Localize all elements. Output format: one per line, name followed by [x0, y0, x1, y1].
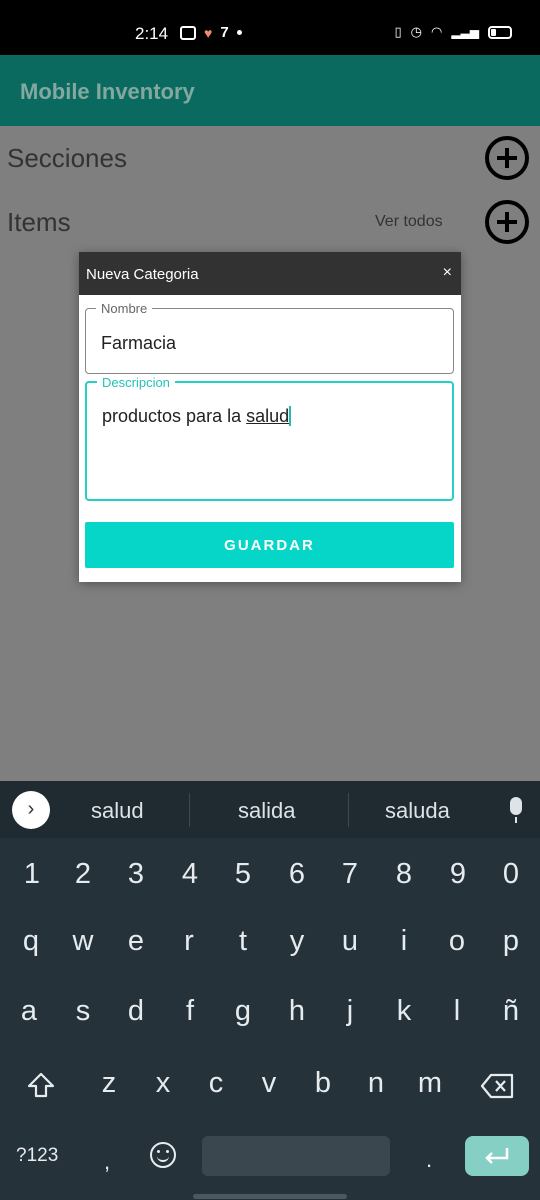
- key-s[interactable]: s: [72, 995, 94, 1028]
- key-g[interactable]: g: [232, 995, 254, 1028]
- battery-icon: [488, 25, 512, 39]
- key-f[interactable]: f: [179, 995, 201, 1028]
- key-v[interactable]: v: [258, 1067, 280, 1100]
- enter-key[interactable]: [465, 1136, 529, 1176]
- key-comma[interactable]: ,: [104, 1149, 110, 1175]
- nombre-field[interactable]: Nombre Farmacia: [85, 301, 454, 374]
- mic-icon[interactable]: [510, 797, 522, 815]
- key-x[interactable]: x: [152, 1067, 174, 1100]
- key-p[interactable]: p: [500, 925, 522, 958]
- key-m[interactable]: m: [414, 1067, 446, 1100]
- key-2[interactable]: 2: [72, 858, 94, 891]
- key-period[interactable]: .: [426, 1147, 432, 1173]
- key-j[interactable]: j: [339, 995, 361, 1028]
- new-category-dialog: Nueva Categoria × Nombre Farmacia Descri…: [79, 252, 461, 582]
- dialog-title: Nueva Categoria: [86, 266, 199, 283]
- close-icon[interactable]: ×: [443, 264, 452, 282]
- app-notification-icon: 7: [220, 24, 229, 41]
- key-c[interactable]: c: [205, 1067, 227, 1100]
- key-4[interactable]: 4: [179, 858, 201, 891]
- suggestion-divider: [189, 793, 190, 827]
- key-w[interactable]: w: [70, 925, 96, 958]
- app-title: Mobile Inventory: [20, 79, 195, 104]
- shift-icon[interactable]: [26, 1070, 56, 1100]
- key-3[interactable]: 3: [125, 858, 147, 891]
- status-time: 2:14: [135, 24, 169, 43]
- key-y[interactable]: y: [286, 925, 308, 958]
- mic-stand: [515, 817, 517, 823]
- descripcion-text: productos para la: [102, 406, 247, 426]
- chevron-right-icon[interactable]: ›: [12, 791, 50, 829]
- signal-icon: ▂▃▅: [451, 25, 479, 39]
- more-notifications-icon: [236, 30, 242, 35]
- soft-keyboard: › salud salida saluda 1 2 3 4 5 6 7 8 9 …: [0, 781, 540, 1200]
- key-k[interactable]: k: [393, 995, 415, 1028]
- key-b[interactable]: b: [312, 1067, 334, 1100]
- text-cursor: [289, 406, 292, 426]
- key-8[interactable]: 8: [393, 858, 415, 891]
- enter-icon: [485, 1148, 509, 1164]
- sections-label: Secciones: [7, 143, 127, 173]
- key-t[interactable]: t: [232, 925, 254, 958]
- emoji-icon[interactable]: [150, 1142, 176, 1168]
- suggestion-divider: [348, 793, 349, 827]
- key-z[interactable]: z: [98, 1067, 120, 1100]
- key-9[interactable]: 9: [447, 858, 469, 891]
- gesture-bar: [193, 1194, 347, 1199]
- save-button[interactable]: GUARDAR: [85, 522, 454, 568]
- key-5[interactable]: 5: [232, 858, 254, 891]
- key-o[interactable]: o: [446, 925, 468, 958]
- key-e[interactable]: e: [125, 925, 147, 958]
- key-q[interactable]: q: [19, 925, 43, 958]
- app-bar: Mobile Inventory: [0, 55, 540, 126]
- add-section-button[interactable]: [485, 136, 529, 180]
- symbols-key[interactable]: ?123: [16, 1145, 58, 1167]
- status-bar: 2:14 ♥ 7 ▯ ◷ ◠ ▂▃▅: [0, 0, 540, 55]
- alarm-icon: ◷: [410, 24, 422, 39]
- space-key[interactable]: [202, 1136, 390, 1176]
- dialog-header: Nueva Categoria ×: [79, 252, 461, 295]
- descripcion-composing-word: salud: [246, 406, 290, 426]
- descripcion-field[interactable]: Descripcion productos para la salud: [85, 375, 454, 501]
- key-l[interactable]: l: [446, 995, 468, 1028]
- system-icons: ▯ ◷ ◠ ▂▃▅: [394, 24, 512, 40]
- key-1[interactable]: 1: [21, 858, 43, 891]
- key-a[interactable]: a: [18, 995, 40, 1028]
- mail-icon: [180, 25, 196, 40]
- suggestion-3[interactable]: saluda: [385, 798, 450, 824]
- key-n-tilde[interactable]: ñ: [500, 995, 522, 1028]
- wifi-icon: ◠: [430, 24, 443, 39]
- key-n[interactable]: n: [365, 1067, 387, 1100]
- descripcion-value: productos para la salud: [102, 406, 292, 427]
- backspace-icon[interactable]: [480, 1073, 514, 1099]
- notification-icons: ♥ 7: [180, 24, 242, 41]
- nombre-label: Nombre: [96, 301, 153, 316]
- key-u[interactable]: u: [339, 925, 361, 958]
- key-r[interactable]: r: [178, 925, 200, 958]
- view-all-link[interactable]: Ver todos: [375, 213, 443, 231]
- descripcion-label: Descripcion: [97, 375, 175, 390]
- suggestion-1[interactable]: salud: [91, 798, 144, 824]
- items-label: Items: [7, 207, 71, 237]
- heart-monitor-icon: ♥: [204, 24, 213, 41]
- suggestion-2[interactable]: salida: [238, 798, 295, 824]
- key-7[interactable]: 7: [339, 858, 361, 891]
- key-0[interactable]: 0: [500, 858, 522, 891]
- key-d[interactable]: d: [125, 995, 147, 1028]
- vibrate-icon: ▯: [394, 24, 402, 39]
- key-i[interactable]: i: [393, 925, 415, 958]
- key-6[interactable]: 6: [286, 858, 308, 891]
- key-h[interactable]: h: [286, 995, 308, 1028]
- add-item-button[interactable]: [485, 200, 529, 244]
- nombre-value: Farmacia: [101, 333, 177, 353]
- suggestion-bar: › salud salida saluda: [0, 781, 540, 838]
